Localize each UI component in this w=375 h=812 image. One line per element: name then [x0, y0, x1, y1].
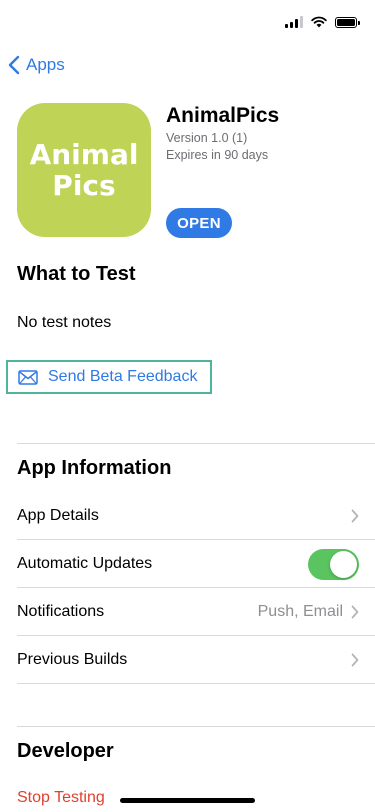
app-icon-line1: Animal [29, 138, 139, 171]
envelope-icon [18, 369, 38, 385]
notifications-value: Push, Email [257, 603, 343, 620]
notifications-label: Notifications [17, 603, 105, 620]
chevron-right-icon [351, 653, 359, 667]
app-expiry: Expires in 90 days [166, 148, 269, 162]
app-icon: Animal Pics [17, 103, 151, 237]
row-divider [17, 683, 375, 684]
app-information-heading: App Information [17, 457, 172, 479]
app-name: AnimalPics [166, 104, 280, 127]
developer-heading: Developer [17, 740, 114, 762]
app-details-label: App Details [17, 507, 99, 524]
chevron-right-icon [351, 509, 359, 523]
back-label: Apps [26, 55, 65, 74]
test-notes: No test notes [17, 314, 112, 331]
app-version: Version 1.0 (1) [166, 131, 248, 145]
home-indicator[interactable] [120, 798, 255, 803]
chevron-left-icon [8, 55, 20, 75]
toggle-knob [330, 550, 357, 578]
what-to-test-heading: What to Test [17, 263, 136, 285]
automatic-updates-toggle[interactable] [308, 548, 359, 580]
automatic-updates-label: Automatic Updates [17, 555, 153, 572]
open-button[interactable]: OPEN [166, 208, 232, 238]
app-details-row[interactable]: App Details [17, 492, 375, 540]
section-divider [17, 726, 375, 727]
chevron-right-icon [351, 605, 359, 619]
previous-builds-label: Previous Builds [17, 651, 128, 668]
wifi-icon [311, 16, 327, 28]
automatic-updates-row: Automatic Updates [17, 540, 375, 588]
cellular-signal-icon [285, 16, 303, 28]
status-bar [285, 12, 360, 32]
send-beta-feedback-button[interactable]: Send Beta Feedback [6, 360, 212, 394]
testflight-app-page: Apps Animal Pics AnimalPics Version 1.0 … [0, 0, 375, 812]
section-divider [17, 443, 375, 444]
notifications-row[interactable]: Notifications Push, Email [17, 588, 375, 636]
stop-testing-button[interactable]: Stop Testing [17, 789, 105, 807]
send-beta-feedback-label: Send Beta Feedback [48, 368, 198, 385]
back-button[interactable]: Apps [8, 55, 65, 75]
app-icon-line2: Pics [52, 169, 116, 202]
battery-icon [335, 16, 360, 28]
previous-builds-row[interactable]: Previous Builds [17, 636, 375, 684]
